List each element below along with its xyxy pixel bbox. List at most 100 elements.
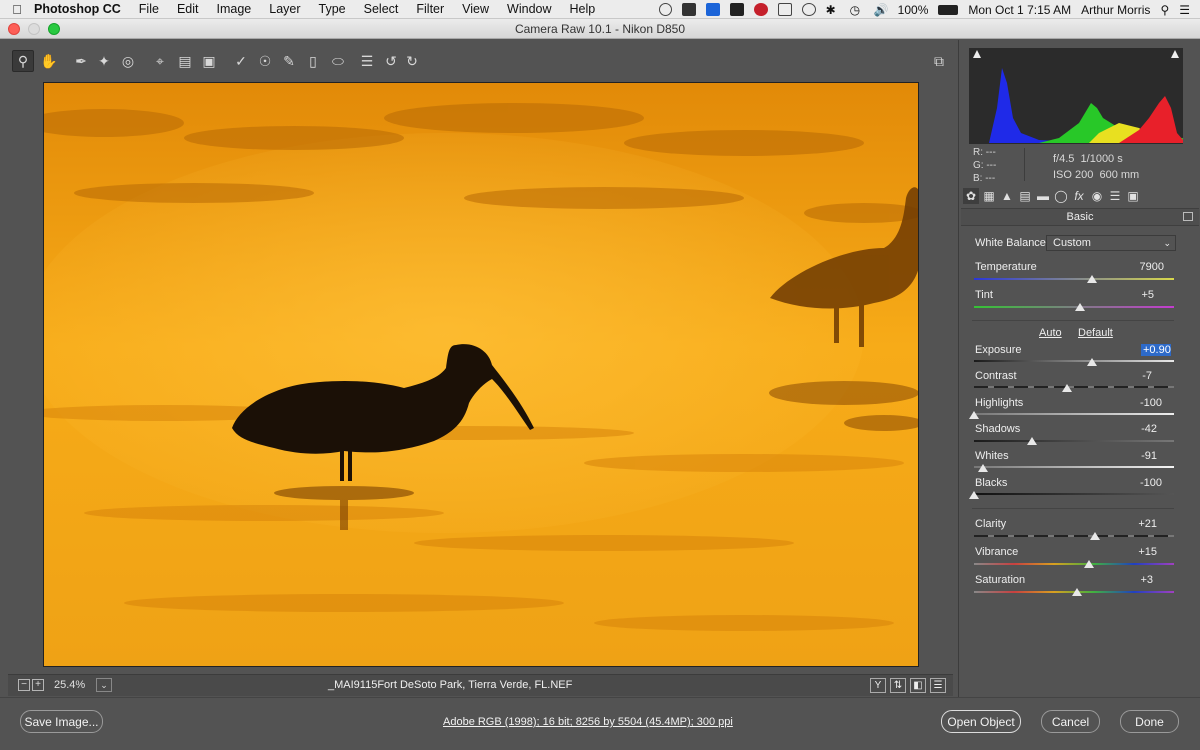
- tint-value[interactable]: +5: [1110, 289, 1154, 301]
- wifi-icon[interactable]: ◷: [850, 3, 864, 17]
- menu-file[interactable]: File: [139, 2, 159, 16]
- contrast-slider-thumb[interactable]: [1062, 384, 1072, 392]
- tab-tone-curve-icon[interactable]: ▦: [981, 188, 997, 204]
- temperature-track[interactable]: [974, 278, 1174, 280]
- whites-slider-thumb[interactable]: [978, 464, 988, 472]
- image-preview[interactable]: [43, 82, 919, 667]
- user-name[interactable]: Arthur Morris: [1081, 3, 1150, 17]
- app-menu[interactable]: Photoshop CC: [34, 2, 121, 16]
- tint-track[interactable]: [974, 306, 1174, 308]
- open-object-button[interactable]: Open Object: [941, 710, 1021, 733]
- rotate-left-icon[interactable]: ↺: [380, 50, 402, 72]
- zoom-dropdown-icon[interactable]: ⌄: [96, 678, 112, 692]
- fullscreen-toggle-icon[interactable]: ⧉: [928, 50, 950, 72]
- notification-center-icon[interactable]: ☰: [1179, 3, 1190, 17]
- workflow-options-link[interactable]: Adobe RGB (1998); 16 bit; 8256 by 5504 (…: [443, 716, 733, 728]
- preview-preferences-button[interactable]: ☰: [930, 678, 946, 693]
- m-app-icon[interactable]: [729, 3, 744, 16]
- adjustment-brush-icon[interactable]: ✎: [278, 50, 300, 72]
- tab-hsl-icon[interactable]: ▤: [1017, 188, 1033, 204]
- vibrance-value[interactable]: +15: [1113, 546, 1157, 558]
- volume-icon[interactable]: 🔊: [874, 3, 889, 17]
- tab-lens-corrections-icon[interactable]: ◯: [1053, 188, 1069, 204]
- menu-layer[interactable]: Layer: [269, 2, 300, 16]
- saturation-slider-thumb[interactable]: [1072, 588, 1082, 596]
- apple-menu-icon[interactable]: : [0, 2, 34, 17]
- white-balance-tool-icon[interactable]: ✒: [70, 50, 92, 72]
- red-app-icon[interactable]: [753, 3, 768, 16]
- menu-type[interactable]: Type: [319, 2, 346, 16]
- menu-help[interactable]: Help: [570, 2, 596, 16]
- hand-tool-icon[interactable]: ✋: [38, 50, 60, 72]
- tab-split-toning-icon[interactable]: ▬: [1035, 188, 1051, 204]
- tab-detail-icon[interactable]: ▲: [999, 188, 1015, 204]
- temperature-slider-thumb[interactable]: [1087, 275, 1097, 283]
- spot-removal-tool-icon[interactable]: ✓: [230, 50, 252, 72]
- time-machine-icon[interactable]: [801, 3, 816, 16]
- c-app-icon[interactable]: [681, 3, 696, 16]
- blacks-track[interactable]: [974, 493, 1174, 495]
- graduated-filter-icon[interactable]: ▯: [302, 50, 324, 72]
- five-app-icon[interactable]: [777, 3, 792, 16]
- contrast-value[interactable]: -7: [1108, 370, 1152, 382]
- radial-filter-icon[interactable]: ⬭: [327, 50, 349, 72]
- targeted-adjustment-tool-icon[interactable]: ◎: [117, 50, 139, 72]
- blacks-value[interactable]: -100: [1118, 477, 1162, 489]
- clock[interactable]: Mon Oct 1 7:15 AM: [968, 3, 1071, 17]
- transform-tool-icon[interactable]: ▣: [198, 50, 220, 72]
- shadows-track[interactable]: [974, 440, 1174, 442]
- copy-settings-button[interactable]: ◧: [910, 678, 926, 693]
- shadows-value[interactable]: -42: [1113, 423, 1157, 435]
- blacks-slider-thumb[interactable]: [969, 491, 979, 499]
- tab-presets-icon[interactable]: ☰: [1107, 188, 1123, 204]
- menu-edit[interactable]: Edit: [177, 2, 199, 16]
- spotlight-search-icon[interactable]: ⚲: [1160, 3, 1169, 17]
- exposure-value[interactable]: +0.90: [1141, 344, 1171, 356]
- clarity-track[interactable]: [974, 535, 1174, 537]
- menu-view[interactable]: View: [462, 2, 489, 16]
- highlights-slider-thumb[interactable]: [969, 411, 979, 419]
- highlights-track[interactable]: [974, 413, 1174, 415]
- color-sampler-tool-icon[interactable]: ✦: [93, 50, 115, 72]
- zoom-in-button[interactable]: +: [32, 679, 44, 691]
- save-image-button[interactable]: Save Image...: [20, 710, 103, 733]
- straighten-tool-icon[interactable]: ▤: [174, 50, 196, 72]
- menu-select[interactable]: Select: [364, 2, 399, 16]
- vibrance-slider-thumb[interactable]: [1084, 560, 1094, 568]
- menu-image[interactable]: Image: [217, 2, 252, 16]
- whites-value[interactable]: -91: [1113, 450, 1157, 462]
- red-eye-tool-icon[interactable]: ☉: [254, 50, 276, 72]
- tab-basic-icon[interactable]: ✿: [963, 188, 979, 204]
- menu-filter[interactable]: Filter: [416, 2, 444, 16]
- done-button[interactable]: Done: [1120, 710, 1179, 733]
- vibrance-track[interactable]: [974, 563, 1174, 565]
- saturation-value[interactable]: +3: [1109, 574, 1153, 586]
- contrast-track[interactable]: [974, 386, 1174, 388]
- menu-window[interactable]: Window: [507, 2, 551, 16]
- exposure-slider-thumb[interactable]: [1087, 358, 1097, 366]
- rotate-right-icon[interactable]: ↻: [401, 50, 423, 72]
- zoom-out-button[interactable]: −: [18, 679, 30, 691]
- auto-button[interactable]: Auto: [1039, 327, 1062, 339]
- bluetooth-icon[interactable]: ✱: [826, 3, 840, 17]
- tint-slider-thumb[interactable]: [1075, 303, 1085, 311]
- temperature-value[interactable]: 7900: [1120, 261, 1164, 273]
- white-balance-select[interactable]: Custom ⌄: [1046, 235, 1176, 251]
- whites-track[interactable]: [974, 466, 1174, 468]
- tab-snapshots-icon[interactable]: ▣: [1125, 188, 1141, 204]
- dropbox-icon[interactable]: [705, 3, 720, 16]
- shadows-slider-thumb[interactable]: [1027, 437, 1037, 445]
- tab-effects-icon[interactable]: fx: [1071, 188, 1087, 204]
- default-button[interactable]: Default: [1078, 327, 1113, 339]
- highlights-value[interactable]: -100: [1118, 397, 1162, 409]
- crop-tool-icon[interactable]: ⌖: [149, 50, 171, 72]
- battery-icon[interactable]: [938, 4, 959, 15]
- view-mode-button[interactable]: Y: [870, 678, 886, 693]
- panel-menu-icon[interactable]: [1183, 212, 1193, 221]
- zoom-tool-icon[interactable]: ⚲: [12, 50, 34, 72]
- cancel-button[interactable]: Cancel: [1041, 710, 1100, 733]
- swap-settings-button[interactable]: ⇅: [890, 678, 906, 693]
- clarity-slider-thumb[interactable]: [1090, 532, 1100, 540]
- clarity-value[interactable]: +21: [1113, 518, 1157, 530]
- exposure-track[interactable]: [974, 360, 1174, 362]
